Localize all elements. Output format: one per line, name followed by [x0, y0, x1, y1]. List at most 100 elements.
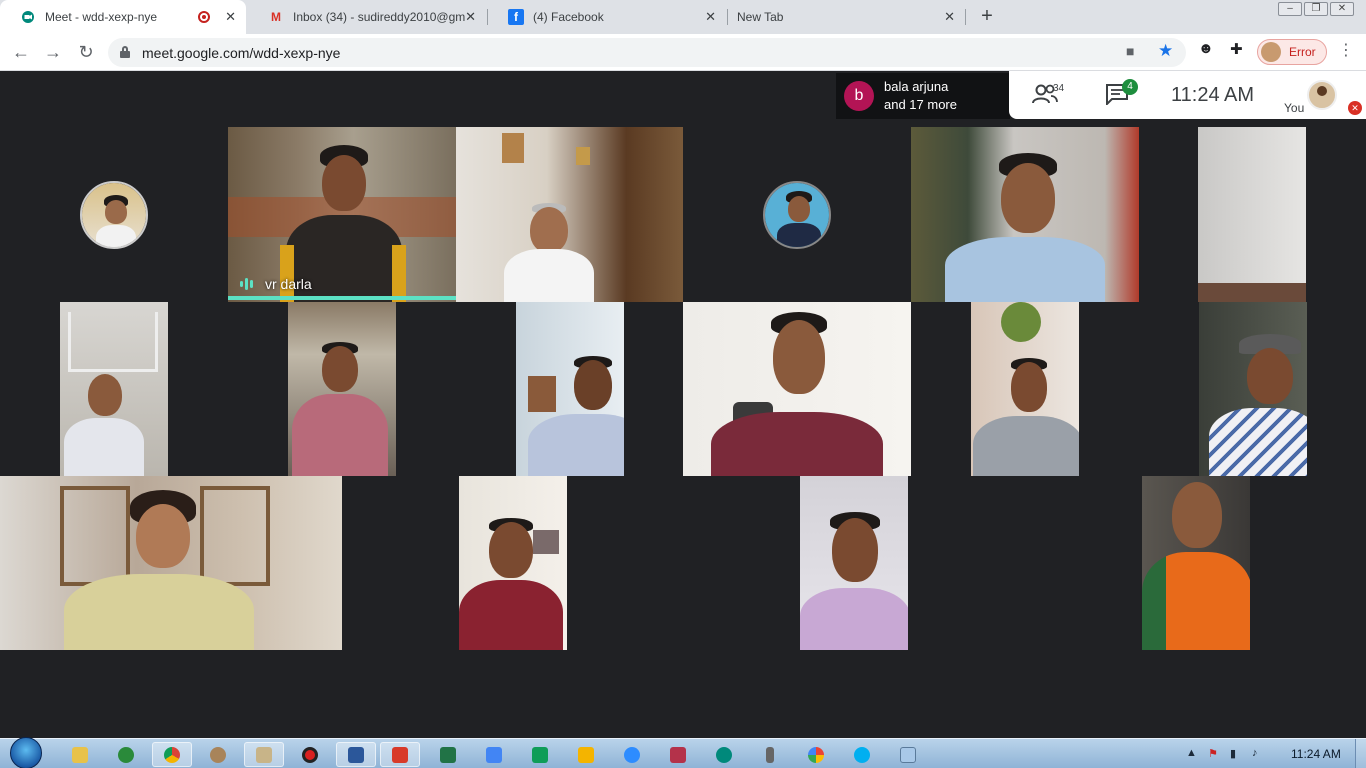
google-meet-icon [20, 9, 36, 25]
meet-info-panel: 34 4 11:24 AM You ✕ [1009, 71, 1366, 119]
tab-facebook[interactable]: f (4) Facebook ✕ [488, 0, 726, 34]
mic-off-icon: ✕ [1348, 101, 1362, 115]
address-bar[interactable]: meet.google.com/wdd-xexp-nye ■ ★ [108, 38, 1186, 67]
tab-title: (4) Facebook [533, 10, 604, 24]
active-speakers-chip[interactable]: b bala arjuna and 17 more [836, 73, 1010, 119]
tab-new-tab[interactable]: New Tab ✕ [717, 0, 965, 34]
participant-avatar [80, 181, 148, 249]
taskbar-docs[interactable] [474, 742, 514, 767]
show-desktop-button[interactable] [1355, 739, 1366, 768]
taskbar-slides[interactable] [566, 742, 606, 767]
active-speaker-indicator [228, 296, 456, 300]
participant-tile[interactable] [1198, 127, 1306, 302]
browser-toolbar: ← → ↻ meet.google.com/wdd-xexp-nye ■ ★ ☻… [0, 34, 1366, 71]
taskbar-tools[interactable] [244, 742, 284, 767]
taskbar-paint[interactable] [198, 742, 238, 767]
profile-error-chip[interactable]: Error [1257, 39, 1327, 65]
tab-meet[interactable]: Meet - wdd-xexp-nye ✕ [0, 0, 246, 34]
taskbar-meet[interactable] [704, 742, 744, 767]
extensions-puzzle-icon[interactable]: ✚ [1230, 40, 1243, 58]
taskbar-chrome[interactable] [152, 742, 192, 767]
extension-face-icon[interactable]: ☻ [1198, 40, 1214, 57]
photos-icon [808, 746, 824, 763]
reload-button[interactable]: ↻ [74, 40, 98, 64]
participant-tile[interactable] [0, 476, 342, 650]
taskbar-clock[interactable]: 11:24 AM [1291, 747, 1341, 761]
recycle-icon [118, 746, 134, 763]
participant-tile[interactable] [683, 127, 911, 302]
slides-icon [578, 746, 594, 763]
taskbar-acrobat[interactable] [380, 742, 420, 767]
chat-unread-badge: 4 [1122, 79, 1138, 95]
tab-title: New Tab [737, 10, 784, 24]
participant-name-tag: vr darla [240, 276, 312, 292]
participant-tile[interactable] [0, 127, 228, 302]
taskbar-sheets[interactable] [520, 742, 560, 767]
taskbar-notepad[interactable] [888, 742, 928, 767]
chrome-icon [164, 746, 180, 763]
participant-tile-vr-darla[interactable]: vr darla [228, 127, 456, 302]
tab-title: Meet - wdd-xexp-nye [45, 10, 158, 24]
taskbar-word[interactable] [336, 742, 376, 767]
participant-tile[interactable] [800, 476, 908, 650]
participant-tile[interactable] [1142, 476, 1250, 650]
camera-icon[interactable]: ■ [1126, 43, 1134, 59]
speaker-avatar: b [844, 81, 874, 111]
meet-top-bar: b bala arjuna and 17 more 34 4 11:24 AM … [0, 71, 1366, 127]
taskbar-zoom[interactable] [612, 742, 652, 767]
taskbar-mic[interactable] [750, 742, 790, 767]
zoom-icon [624, 746, 640, 763]
tab-gmail[interactable]: M Inbox (34) - sudireddy2010@gm ✕ [248, 0, 486, 34]
tab-title: Inbox (34) - sudireddy2010@gm [293, 10, 466, 24]
pdf-icon [670, 746, 686, 763]
participant-tile[interactable] [683, 302, 911, 476]
meet-icon [716, 746, 732, 763]
taskbar-recycle[interactable] [106, 742, 146, 767]
close-tab-icon[interactable]: ✕ [705, 9, 716, 25]
taskbar-photos[interactable] [796, 742, 836, 767]
tray-overflow-icon[interactable]: ▲ [1186, 747, 1197, 759]
participant-tile[interactable] [971, 302, 1079, 476]
participant-tile[interactable] [911, 127, 1139, 302]
speaker-more: and 17 more [884, 97, 957, 112]
network-icon[interactable]: ▮ [1230, 747, 1236, 760]
screen: Meet - wdd-xexp-nye ✕ M Inbox (34) - sud… [0, 0, 1366, 768]
forward-button[interactable]: → [41, 40, 65, 64]
self-avatar[interactable] [1307, 80, 1337, 110]
bookmark-star-icon[interactable]: ★ [1158, 41, 1173, 61]
facebook-icon: f [508, 9, 524, 25]
meeting-clock: 11:24 AM [1171, 84, 1255, 106]
excel-icon [440, 746, 456, 763]
close-window-button[interactable]: ✕ [1330, 2, 1354, 16]
taskbar-pdf[interactable] [658, 742, 698, 767]
new-tab-button[interactable]: + [976, 5, 998, 27]
minimize-button[interactable]: – [1278, 2, 1302, 16]
taskbar-skype[interactable] [842, 742, 882, 767]
sheets-icon [532, 746, 548, 763]
notepad-icon [900, 746, 916, 763]
close-tab-icon[interactable]: ✕ [465, 9, 476, 25]
chrome-menu-icon[interactable]: ⋮ [1338, 40, 1354, 60]
windows-taskbar: ▲ ⚑ ▮ ♪ 11:24 AM [0, 737, 1366, 768]
close-tab-icon[interactable]: ✕ [225, 9, 236, 25]
start-button[interactable] [8, 737, 42, 768]
speaker-name: bala arjuna [884, 79, 949, 94]
restore-button[interactable]: ❐ [1304, 2, 1328, 16]
taskbar-record[interactable] [290, 742, 330, 767]
participant-tile[interactable] [60, 302, 168, 476]
action-center-icon[interactable]: ⚑ [1208, 747, 1218, 760]
recording-indicator-icon [198, 11, 210, 23]
taskbar-file-explorer[interactable] [60, 742, 100, 767]
participant-tile[interactable] [516, 302, 624, 476]
volume-icon[interactable]: ♪ [1252, 747, 1258, 759]
taskbar-excel[interactable] [428, 742, 468, 767]
skype-icon [854, 746, 870, 763]
participant-avatar [763, 181, 831, 249]
back-button[interactable]: ← [9, 40, 33, 64]
participant-tile[interactable] [1199, 302, 1307, 476]
close-tab-icon[interactable]: ✕ [944, 9, 955, 25]
tab-separator [965, 9, 966, 25]
participant-tile[interactable] [288, 302, 396, 476]
participant-tile[interactable] [459, 476, 567, 650]
participant-tile[interactable] [456, 127, 683, 302]
